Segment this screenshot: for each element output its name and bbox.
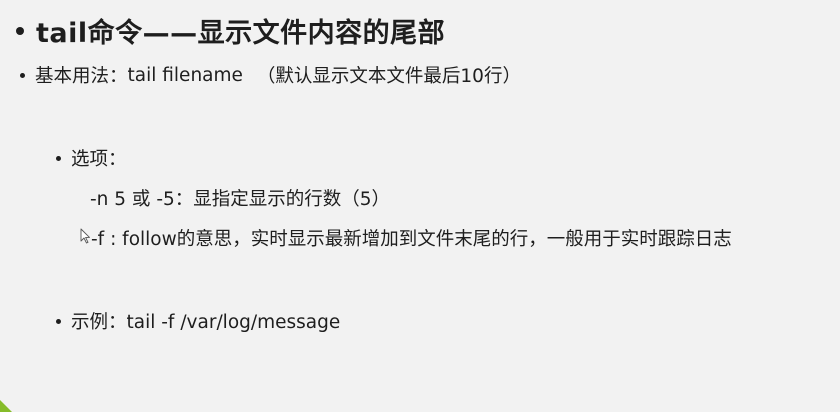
example-text: 示例：tail -f /var/log/message (71, 312, 341, 333)
option-n-text: -n 5 或 -5：显指定显示的行数（5） (90, 189, 391, 210)
usage-command: tail filename (127, 64, 243, 86)
example-line: 示例：tail -f /var/log/message (56, 307, 340, 335)
corner-accent-mark (0, 400, 12, 412)
options-heading: 选项： (71, 149, 127, 170)
mouse-pointer-icon (80, 228, 90, 244)
option-item: -n 5 或 -5：显指定显示的行数（5） (90, 184, 390, 212)
usage-line: 基本用法： tail filename （默认显示文本文件最后10行） (20, 61, 521, 89)
slide-title: tail命令——显示文件内容的尾部 (36, 17, 446, 49)
bullet-icon (56, 155, 61, 161)
bullet-icon (56, 318, 61, 324)
bullet-icon (20, 72, 25, 78)
option-f-text: -f : follow的意思，实时显示最新增加到文件末尾的行，一般用于实时跟踪日… (91, 229, 732, 250)
slide: tail命令——显示文件内容的尾部 基本用法： tail filename （默… (0, 0, 840, 412)
options-heading-line: 选项： (56, 144, 127, 172)
title-bullet-icon (16, 27, 24, 35)
option-item: -f : follow的意思，实时显示最新增加到文件末尾的行，一般用于实时跟踪日… (80, 223, 732, 253)
usage-note: （默认显示文本文件最后10行） (256, 66, 521, 87)
slide-title-line: tail命令——显示文件内容的尾部 (16, 10, 445, 50)
usage-label: 基本用法： (35, 66, 128, 87)
